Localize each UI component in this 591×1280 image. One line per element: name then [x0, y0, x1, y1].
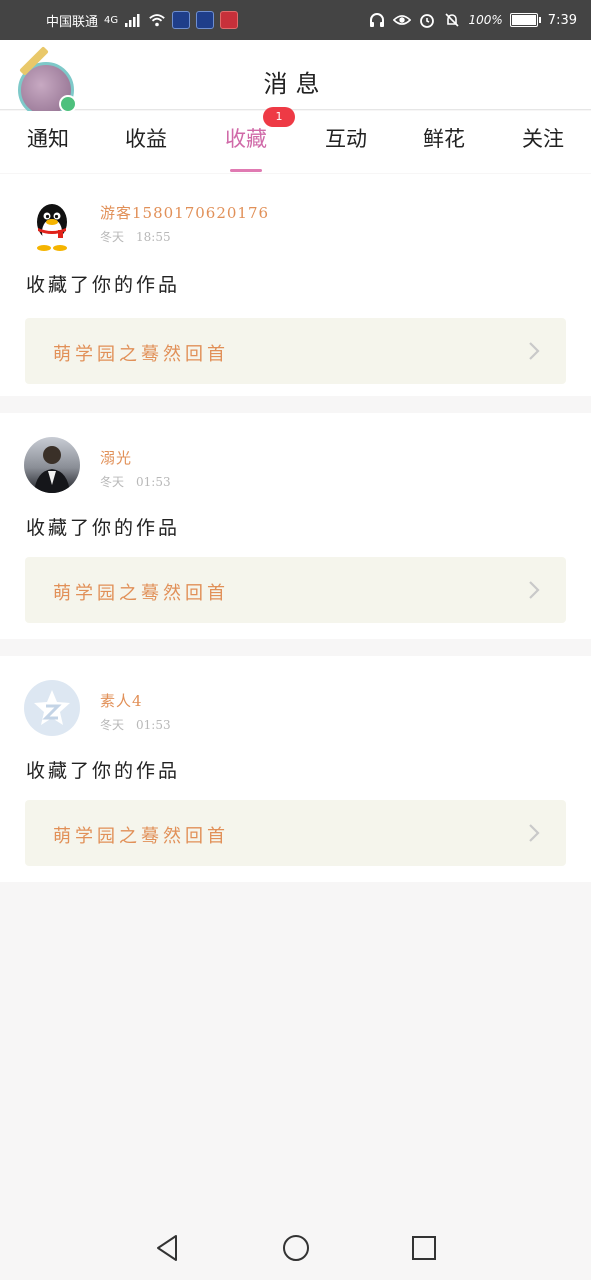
unread-badge: 1: [263, 107, 295, 127]
alarm-icon: [418, 11, 436, 29]
app-notification-icon: [172, 11, 191, 29]
penguin-icon: [37, 204, 67, 251]
tab-interactions[interactable]: 互动: [306, 123, 386, 163]
tab-label: 互动: [325, 127, 367, 151]
message-meta: 冬天 01:53: [100, 473, 183, 490]
battery-percent: 100%: [468, 13, 503, 27]
tab-label: 收藏: [225, 127, 267, 151]
work-link[interactable]: 萌学园之蓦然回首: [25, 800, 566, 866]
message-action: 收藏了你的作品: [26, 274, 181, 296]
work-link[interactable]: 萌学园之蓦然回首: [25, 557, 566, 623]
microphone-icon: [220, 11, 239, 29]
home-circle-icon: [282, 1235, 309, 1261]
message-meta: 冬天 18:55: [100, 228, 183, 245]
message-card: 素人4 冬天 01:53 收藏了你的作品 萌学园之蓦然回首: [0, 656, 591, 882]
message-action: 收藏了你的作品: [26, 760, 181, 782]
tab-label: 通知: [27, 127, 69, 151]
back-triangle-icon: [156, 1235, 177, 1261]
network-label: 4G: [104, 14, 119, 26]
status-bar: 中国联通 4G 100% 7:39: [0, 0, 591, 40]
carrier-label: 中国联通: [46, 14, 99, 30]
app-header: 消息: [0, 40, 591, 118]
active-tab-indicator: [230, 169, 262, 172]
recents-square-icon: [411, 1236, 436, 1260]
tab-bar: 通知 收益 收藏 互动 鲜花 关注: [0, 111, 591, 173]
message-time: 01:53: [136, 718, 171, 732]
message-time: 18:55: [136, 230, 171, 244]
message-card: 游客15801706201​76 冬天 18:55 收藏了你的作品 萌学园之蓦然回…: [0, 174, 591, 396]
back-button[interactable]: [152, 1232, 184, 1264]
tab-label: 关注: [522, 127, 564, 151]
message-date: 冬天: [100, 230, 125, 244]
sender-avatar[interactable]: [24, 680, 80, 736]
tab-label: 鲜花: [423, 127, 465, 151]
person-photo-icon: [34, 446, 70, 493]
mute-bell-icon: [443, 11, 461, 29]
eye-icon: [393, 11, 412, 29]
work-title: 萌学园之蓦然回首: [53, 826, 229, 847]
wifi-icon: [148, 11, 166, 29]
sender-name[interactable]: 素人4: [100, 690, 143, 711]
work-link[interactable]: 萌学园之蓦然回首: [25, 318, 566, 384]
work-title: 萌学园之蓦然回首: [53, 583, 229, 604]
app-notification-icon: [196, 11, 215, 29]
tab-favorites[interactable]: 收藏: [206, 123, 286, 172]
tab-earnings[interactable]: 收益: [106, 123, 186, 163]
battery-icon: [509, 13, 541, 27]
headphone-icon: [368, 11, 386, 29]
tab-notifications[interactable]: 通知: [8, 123, 88, 163]
tab-label: 收益: [125, 127, 167, 151]
tab-following[interactable]: 关注: [503, 123, 583, 163]
sender-avatar[interactable]: [24, 437, 80, 493]
system-nav-bar: [0, 1216, 591, 1280]
message-date: 冬天: [100, 475, 125, 489]
sender-name[interactable]: 游客15801706201​76: [100, 202, 269, 223]
work-title: 萌学园之蓦然回首: [53, 344, 229, 365]
sender-name[interactable]: 溺光: [100, 447, 132, 468]
message-action: 收藏了你的作品: [26, 517, 181, 539]
sender-avatar[interactable]: [24, 198, 80, 254]
home-button[interactable]: [280, 1232, 312, 1264]
chevron-right-icon: [529, 824, 540, 842]
message-meta: 冬天 01:53: [100, 716, 183, 733]
page-title: 消息: [263, 70, 328, 98]
chevron-right-icon: [529, 581, 540, 599]
message-time: 01:53: [136, 475, 171, 489]
message-date: 冬天: [100, 718, 125, 732]
signal-icon: [124, 11, 142, 29]
recents-button[interactable]: [408, 1232, 440, 1264]
clock: 7:39: [547, 12, 577, 28]
message-card: 溺光 冬天 01:53 收藏了你的作品 萌学园之蓦然回首: [0, 413, 591, 639]
default-avatar-icon: [34, 690, 70, 725]
chevron-right-icon: [529, 342, 540, 360]
tab-flowers[interactable]: 鲜花: [404, 123, 484, 163]
